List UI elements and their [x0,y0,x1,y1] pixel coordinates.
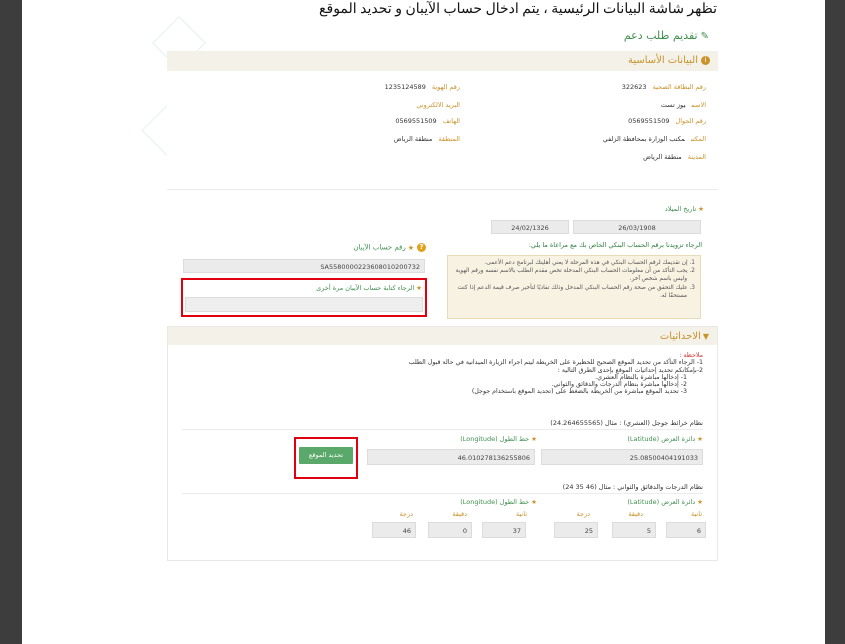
bank-notes: 1. إن تقديمك لرقم الحساب البنكي في هذه ا… [447,255,701,319]
divider [182,429,703,430]
screenshot-caption: تظهر شاشة البيانات الرئيسية ، يتم ادخال … [319,2,717,17]
bank-instruction: الرجاء تزويدنا برقم الحساب البنكي الخاص … [528,241,702,249]
health-card-row: رقم البطاقة الصحية322623 [621,83,706,91]
lng-minute-unit: دقيقة [452,510,467,518]
coordinates-panel: ▼الاحداثيات ملاحظة : 1- الرجاء التأكد من… [167,326,718,561]
latitude-seconds-input[interactable]: 6 [666,522,706,538]
lat-minute-unit: دقيقة [628,510,643,518]
info-icon: i [701,55,710,65]
divider [182,493,703,494]
basic-data-title: iالبيانات الأساسية [628,55,710,66]
edit-icon: ✎ [700,31,709,42]
email-row: البريد الالكتروني [416,101,460,109]
highlight-box-iban [181,278,427,317]
dms-system-title: نظام الدرجات والدقائق والثواني : مثال (4… [562,483,703,491]
left-frame [0,0,22,644]
highlight-box-locate [294,437,358,479]
office-row: المكتبمكتب الوزارة بمحافظة الزلفي [602,135,706,143]
latitude-label: ★دائرة العرض (Latitude) [627,435,703,443]
coordinates-notes: ملاحظة : 1- الرجاء التأكد من تحديد الموق… [408,352,703,396]
lat-degree-unit: درجة [576,510,590,518]
iban-label: ?★رقم حساب الآيبان [353,243,426,252]
latitude-minutes-input[interactable]: 5 [612,522,656,538]
map-pin-icon: ▼ [702,332,709,341]
dob-gregorian-field[interactable]: 26/03/1908 [573,220,701,234]
dob-label: ★تاريخ الميلاد [664,205,704,213]
lng-second-unit: ثانية [515,510,527,518]
name-row: الاسميوز تست [660,101,706,109]
iban-input[interactable]: SA5580000223608010200732 [183,259,425,273]
coordinates-title: ▼الاحداثيات [659,331,709,342]
coordinates-header: ▼الاحداثيات [168,327,717,345]
longitude-dms-label: ★خط الطول (Longitude) [460,498,537,506]
mobile-row: رقم الجوال0569551509 [628,117,706,125]
latitude-decimal-input[interactable]: 25.08500404191033 [541,449,703,465]
dob-hijri-field[interactable]: 24/02/1326 [491,220,569,234]
latitude-degrees-input[interactable]: 25 [554,522,598,538]
decimal-system-title: نظام خرائط جوجل (العشري) : مثال (24.2646… [550,419,703,427]
page-title: ✎تقديم طلب دعم [623,29,709,42]
longitude-degrees-input[interactable]: 46 [372,522,416,538]
lat-second-unit: ثانية [690,510,702,518]
basic-data-header: iالبيانات الأساسية [167,51,718,71]
region-row: المنطقةمنطقة الرياض [393,135,460,143]
latitude-dms-label: ★دائرة العرض (Latitude) [627,498,703,506]
longitude-seconds-input[interactable]: 37 [482,522,526,538]
city-row: المدينةمنطقة الرياض [643,153,706,161]
longitude-label: ★خط الطول (Longitude) [460,435,537,443]
longitude-decimal-input[interactable]: 46.010278136255806 [367,449,535,465]
divider [167,189,718,190]
help-icon[interactable]: ? [417,243,426,252]
longitude-minutes-input[interactable]: 0 [428,522,472,538]
lng-degree-unit: درجة [399,510,413,518]
id-row: رقم الهوية1235124589 [384,83,460,91]
phone-row: الهاتف0569551509 [395,117,460,125]
right-frame [825,0,845,644]
